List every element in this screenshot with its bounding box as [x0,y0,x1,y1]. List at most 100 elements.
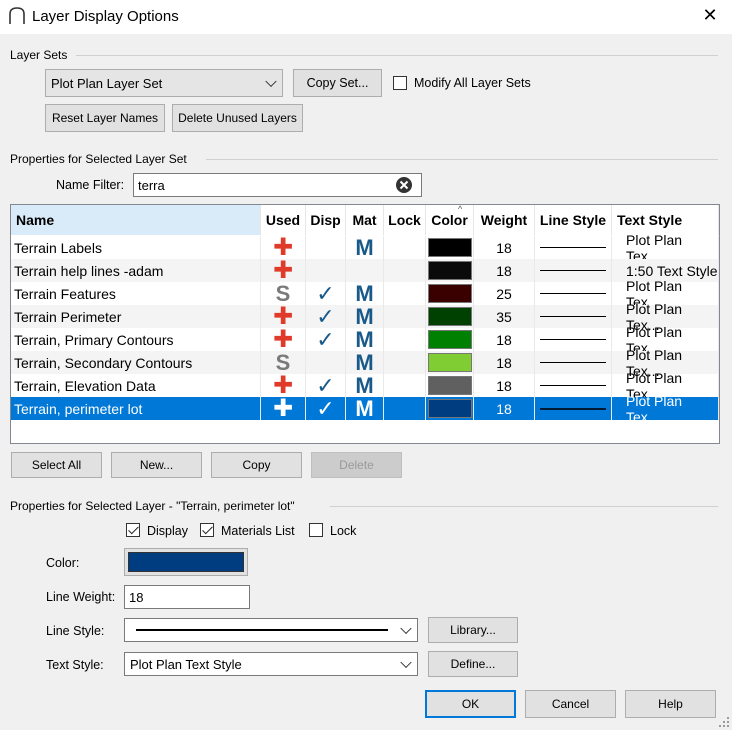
copy-set-button[interactable]: Copy Set... [293,69,382,97]
cell-weight: 18 [474,236,535,259]
library-button[interactable]: Library... [428,617,518,643]
material-m-icon: M [355,234,374,260]
used-s-icon: S [275,349,291,375]
column-header-text-style[interactable]: Text Style [612,205,719,235]
select-all-button[interactable]: Select All [11,452,102,478]
cell-line-style [535,305,612,328]
table-row[interactable]: Terrain, Primary Contours ✚ ✓ M 18 Plot Plan … [11,324,719,356]
material-m-icon: M [355,349,374,375]
line-style-sample [540,292,606,295]
column-header-line-style[interactable]: Line Style [535,205,612,235]
delete-unused-layers-button[interactable]: Delete Unused Layers [172,104,303,132]
reset-layer-names-button[interactable]: Reset Layer Names [45,104,165,132]
cell-lock [384,351,426,374]
materials-list-label: Materials List [221,524,295,538]
line-weight-input[interactable]: 18 [124,585,250,609]
clear-filter-icon[interactable] [395,176,413,194]
copy-layer-button[interactable]: Copy [211,452,302,478]
column-header-weight[interactable]: Weight [474,205,535,235]
line-style-sample [540,338,606,341]
cell-lock [384,328,426,351]
cell-used: ✚ [261,396,306,420]
checkmark-icon: ✓ [316,303,335,329]
cell-color [426,236,474,259]
delete-layer-button[interactable]: Delete [311,452,402,478]
cell-used: ✚ [261,304,306,328]
material-m-icon: M [355,395,374,421]
line-style-dropdown[interactable] [124,618,418,642]
table-row[interactable]: Terrain, Secondary Contours S M 18 Plot Plan… [11,347,719,379]
materials-list-checkbox[interactable] [200,523,214,537]
cell-used: ✚ [261,235,306,259]
divider [76,55,718,56]
column-header-lock[interactable]: Lock [384,205,426,235]
color-swatch [427,399,472,418]
set-props-label: Properties for Selected Layer Set [10,152,187,166]
color-swatch [427,353,472,372]
cell-text-style: Plot Plan Tex... [612,232,719,264]
window-title: Layer Display Options [32,8,179,25]
layer-set-dropdown[interactable]: Plot Plan Layer Set [45,69,283,97]
name-filter-input[interactable]: terra [133,173,422,197]
cell-weight: 18 [474,351,535,374]
modify-all-label: Modify All Layer Sets [414,76,531,90]
cell-used: S [261,351,306,374]
cell-weight: 18 [474,328,535,351]
cell-name: Terrain Perimeter [11,305,261,328]
checkmark-icon: ✓ [316,395,335,421]
table-row[interactable]: Terrain Features S ✓ M 25 Plot Plan Tex... [11,278,719,310]
table-row[interactable]: Terrain help lines -adam ✚ 18 1:50 Text Sty… [11,258,719,282]
cell-mat: M [346,397,384,420]
line-style-label: Line Style: [46,624,105,638]
lock-checkbox[interactable] [309,523,323,537]
text-style-dropdown[interactable]: Plot Plan Text Style [124,652,418,676]
cell-lock [384,397,426,420]
help-button[interactable]: Help [625,690,716,718]
column-header-mat[interactable]: Mat [346,205,384,235]
column-header-name[interactable]: Name [11,205,261,235]
color-swatch [427,307,472,326]
used-plus-icon: ✚ [272,325,294,353]
line-weight-label: Line Weight: [46,590,116,604]
close-icon[interactable]: ✕ [700,5,720,25]
cancel-button[interactable]: Cancel [525,690,616,718]
table-row[interactable]: Terrain, perimeter lot ✚ ✓ M 18 Plot Plan Tex… [11,393,719,425]
cell-weight: 35 [474,305,535,328]
resize-grip-icon[interactable] [718,716,730,728]
layers-table[interactable]: Name Used Disp Mat Lock Color Weight Lin… [10,204,720,444]
cell-name: Terrain help lines -adam [11,259,261,282]
define-button[interactable]: Define... [428,651,518,677]
color-swatch [427,376,472,395]
material-m-icon: M [355,372,374,398]
new-layer-button[interactable]: New... [111,452,202,478]
cell-line-style [535,282,612,305]
line-style-sample [540,315,606,318]
cell-lock [384,259,426,282]
column-header-color[interactable]: Color [426,205,474,235]
cell-line-style [535,259,612,282]
display-label: Display [147,524,188,538]
material-m-icon: M [355,280,374,306]
cell-mat: M [346,305,384,328]
cell-mat: M [346,351,384,374]
ok-button[interactable]: OK [425,690,516,718]
cell-weight: 18 [474,374,535,397]
cell-weight: 18 [474,259,535,282]
cell-text-style: Plot Plan Tex... [612,393,719,425]
column-header-used[interactable]: Used [261,205,306,235]
checkmark-icon: ✓ [316,372,335,398]
cell-lock [384,305,426,328]
modify-all-checkbox[interactable] [393,76,407,90]
table-row[interactable]: Terrain Labels ✚ M 18 Plot Plan Tex... [11,232,719,264]
table-row[interactable]: Terrain, Elevation Data ✚ ✓ M 18 Plot Plan Te… [11,370,719,402]
color-picker-button[interactable] [124,548,248,576]
table-row[interactable]: Terrain Perimeter ✚ ✓ M 35 Plot Plan Tex... [11,301,719,333]
line-style-sample [540,269,606,272]
layer-props-label: Properties for Selected Layer - "Terrain… [10,499,295,513]
cell-mat: M [346,328,384,351]
cell-line-style [535,236,612,259]
used-s-icon: S [275,280,291,306]
layer-sets-label: Layer Sets [10,48,68,62]
display-checkbox[interactable] [126,523,140,537]
column-header-disp[interactable]: Disp [306,205,346,235]
